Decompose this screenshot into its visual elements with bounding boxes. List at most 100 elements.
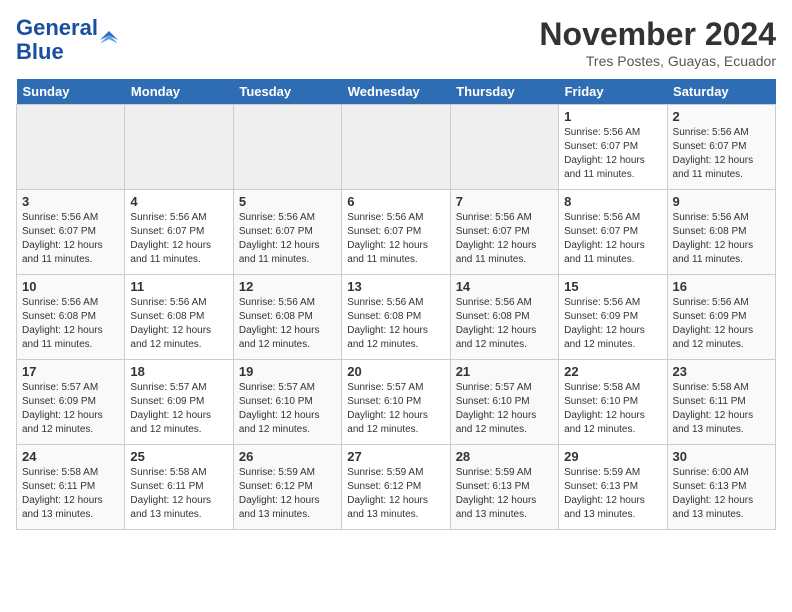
day-header: Thursday	[450, 79, 558, 105]
calendar-cell: 25 Sunrise: 5:58 AM Sunset: 6:11 PM Dayli…	[125, 445, 233, 530]
calendar-cell: 21 Sunrise: 5:57 AM Sunset: 6:10 PM Dayli…	[450, 360, 558, 445]
day-info: Sunrise: 6:00 AM Sunset: 6:13 PM Dayligh…	[673, 466, 770, 522]
calendar-cell: 13Sunrise: 5:56 AM Sunset: 6:08 PM Dayli…	[342, 275, 450, 360]
day-header: Monday	[125, 79, 233, 105]
day-number: 12	[239, 279, 336, 294]
calendar-cell: 15 Sunrise: 5:56 AM Sunset: 6:09 PM Dayli…	[559, 275, 667, 360]
day-info: Sunrise: 5:57 AM Sunset: 6:10 PM Dayligh…	[456, 381, 553, 437]
day-number: 29	[564, 449, 661, 464]
day-info: Sunrise: 5:56 AM Sunset: 6:08 PM Dayligh…	[130, 296, 227, 352]
calendar-week-row: 24 Sunrise: 5:58 AM Sunset: 6:11 PM Dayli…	[17, 445, 776, 530]
calendar-cell: 12 Sunrise: 5:56 AM Sunset: 6:08 PM Dayli…	[233, 275, 341, 360]
logo-text: General Blue	[16, 16, 98, 64]
calendar-cell	[17, 105, 125, 190]
day-info: Sunrise: 5:56 AM Sunset: 6:07 PM Dayligh…	[564, 211, 661, 267]
day-info: Sunrise: 5:56 AM Sunset: 6:09 PM Dayligh…	[673, 296, 770, 352]
day-number: 19	[239, 364, 336, 379]
calendar-cell: 28 Sunrise: 5:59 AM Sunset: 6:13 PM Dayli…	[450, 445, 558, 530]
day-number: 17	[22, 364, 119, 379]
subtitle: Tres Postes, Guayas, Ecuador	[539, 53, 776, 69]
day-number: 4	[130, 194, 227, 209]
calendar-cell: 27Sunrise: 5:59 AM Sunset: 6:12 PM Dayli…	[342, 445, 450, 530]
day-number: 10	[22, 279, 119, 294]
calendar-cell: 24 Sunrise: 5:58 AM Sunset: 6:11 PM Dayli…	[17, 445, 125, 530]
day-info: Sunrise: 5:56 AM Sunset: 6:07 PM Dayligh…	[130, 211, 227, 267]
day-number: 20	[347, 364, 444, 379]
calendar-week-row: 10 Sunrise: 5:56 AM Sunset: 6:08 PM Dayli…	[17, 275, 776, 360]
day-number: 21	[456, 364, 553, 379]
day-header: Saturday	[667, 79, 775, 105]
calendar-cell: 20 Sunrise: 5:57 AM Sunset: 6:10 PM Dayli…	[342, 360, 450, 445]
day-info: Sunrise: 5:57 AM Sunset: 6:10 PM Dayligh…	[347, 381, 444, 437]
calendar-cell: 10 Sunrise: 5:56 AM Sunset: 6:08 PM Dayli…	[17, 275, 125, 360]
day-number: 16	[673, 279, 770, 294]
calendar-table: SundayMondayTuesdayWednesdayThursdayFrid…	[16, 79, 776, 530]
calendar-cell	[125, 105, 233, 190]
day-info: Sunrise: 5:56 AM Sunset: 6:07 PM Dayligh…	[239, 211, 336, 267]
day-number: 18	[130, 364, 227, 379]
day-info: Sunrise: 5:56 AM Sunset: 6:08 PM Dayligh…	[673, 211, 770, 267]
calendar-cell: 17 Sunrise: 5:57 AM Sunset: 6:09 PM Dayli…	[17, 360, 125, 445]
day-header: Sunday	[17, 79, 125, 105]
calendar-cell	[450, 105, 558, 190]
calendar-week-row: 3 Sunrise: 5:56 AM Sunset: 6:07 PM Daylig…	[17, 190, 776, 275]
calendar-cell: 6Sunrise: 5:56 AM Sunset: 6:07 PM Daylig…	[342, 190, 450, 275]
day-number: 11	[130, 279, 227, 294]
day-number: 6	[347, 194, 444, 209]
calendar-week-row: 1 Sunrise: 5:56 AM Sunset: 6:07 PM Daylig…	[17, 105, 776, 190]
calendar-cell: 29 Sunrise: 5:59 AM Sunset: 6:13 PM Dayli…	[559, 445, 667, 530]
day-info: Sunrise: 5:58 AM Sunset: 6:11 PM Dayligh…	[22, 466, 119, 522]
day-number: 1	[564, 109, 661, 124]
calendar-cell: 18 Sunrise: 5:57 AM Sunset: 6:09 PM Dayli…	[125, 360, 233, 445]
day-info: Sunrise: 5:56 AM Sunset: 6:09 PM Dayligh…	[564, 296, 661, 352]
day-info: Sunrise: 5:56 AM Sunset: 6:07 PM Dayligh…	[564, 126, 661, 182]
logo-icon	[100, 31, 118, 49]
day-number: 13	[347, 279, 444, 294]
calendar-cell: 26 Sunrise: 5:59 AM Sunset: 6:12 PM Dayli…	[233, 445, 341, 530]
header: General Blue November 2024 Tres Postes, …	[16, 16, 776, 69]
day-info: Sunrise: 5:57 AM Sunset: 6:10 PM Dayligh…	[239, 381, 336, 437]
calendar-cell: 1 Sunrise: 5:56 AM Sunset: 6:07 PM Daylig…	[559, 105, 667, 190]
calendar-cell: 4 Sunrise: 5:56 AM Sunset: 6:07 PM Daylig…	[125, 190, 233, 275]
calendar-cell	[342, 105, 450, 190]
day-number: 27	[347, 449, 444, 464]
calendar-cell: 30 Sunrise: 6:00 AM Sunset: 6:13 PM Dayli…	[667, 445, 775, 530]
day-number: 23	[673, 364, 770, 379]
day-number: 25	[130, 449, 227, 464]
day-number: 3	[22, 194, 119, 209]
calendar-cell: 11 Sunrise: 5:56 AM Sunset: 6:08 PM Dayli…	[125, 275, 233, 360]
day-info: Sunrise: 5:56 AM Sunset: 6:08 PM Dayligh…	[239, 296, 336, 352]
calendar-body: 1 Sunrise: 5:56 AM Sunset: 6:07 PM Daylig…	[17, 105, 776, 530]
calendar-cell: 7Sunrise: 5:56 AM Sunset: 6:07 PM Daylig…	[450, 190, 558, 275]
day-info: Sunrise: 5:59 AM Sunset: 6:12 PM Dayligh…	[239, 466, 336, 522]
calendar-cell: 3Sunrise: 5:56 AM Sunset: 6:07 PM Daylig…	[17, 190, 125, 275]
day-header: Wednesday	[342, 79, 450, 105]
calendar-cell: 16 Sunrise: 5:56 AM Sunset: 6:09 PM Dayli…	[667, 275, 775, 360]
calendar-cell: 19 Sunrise: 5:57 AM Sunset: 6:10 PM Dayli…	[233, 360, 341, 445]
day-number: 2	[673, 109, 770, 124]
day-info: Sunrise: 5:57 AM Sunset: 6:09 PM Dayligh…	[130, 381, 227, 437]
calendar-cell	[233, 105, 341, 190]
calendar-cell: 2Sunrise: 5:56 AM Sunset: 6:07 PM Daylig…	[667, 105, 775, 190]
calendar-cell: 5 Sunrise: 5:56 AM Sunset: 6:07 PM Daylig…	[233, 190, 341, 275]
month-title: November 2024	[539, 16, 776, 53]
day-number: 30	[673, 449, 770, 464]
day-info: Sunrise: 5:56 AM Sunset: 6:08 PM Dayligh…	[22, 296, 119, 352]
day-header: Friday	[559, 79, 667, 105]
calendar-cell: 8Sunrise: 5:56 AM Sunset: 6:07 PM Daylig…	[559, 190, 667, 275]
day-number: 15	[564, 279, 661, 294]
day-info: Sunrise: 5:59 AM Sunset: 6:13 PM Dayligh…	[564, 466, 661, 522]
day-number: 22	[564, 364, 661, 379]
day-info: Sunrise: 5:58 AM Sunset: 6:11 PM Dayligh…	[130, 466, 227, 522]
day-info: Sunrise: 5:59 AM Sunset: 6:13 PM Dayligh…	[456, 466, 553, 522]
calendar-cell: 22 Sunrise: 5:58 AM Sunset: 6:10 PM Dayli…	[559, 360, 667, 445]
day-number: 5	[239, 194, 336, 209]
calendar-cell: 9Sunrise: 5:56 AM Sunset: 6:08 PM Daylig…	[667, 190, 775, 275]
day-number: 14	[456, 279, 553, 294]
day-info: Sunrise: 5:57 AM Sunset: 6:09 PM Dayligh…	[22, 381, 119, 437]
day-number: 26	[239, 449, 336, 464]
day-number: 28	[456, 449, 553, 464]
day-number: 24	[22, 449, 119, 464]
day-info: Sunrise: 5:58 AM Sunset: 6:10 PM Dayligh…	[564, 381, 661, 437]
calendar-cell: 23Sunrise: 5:58 AM Sunset: 6:11 PM Dayli…	[667, 360, 775, 445]
